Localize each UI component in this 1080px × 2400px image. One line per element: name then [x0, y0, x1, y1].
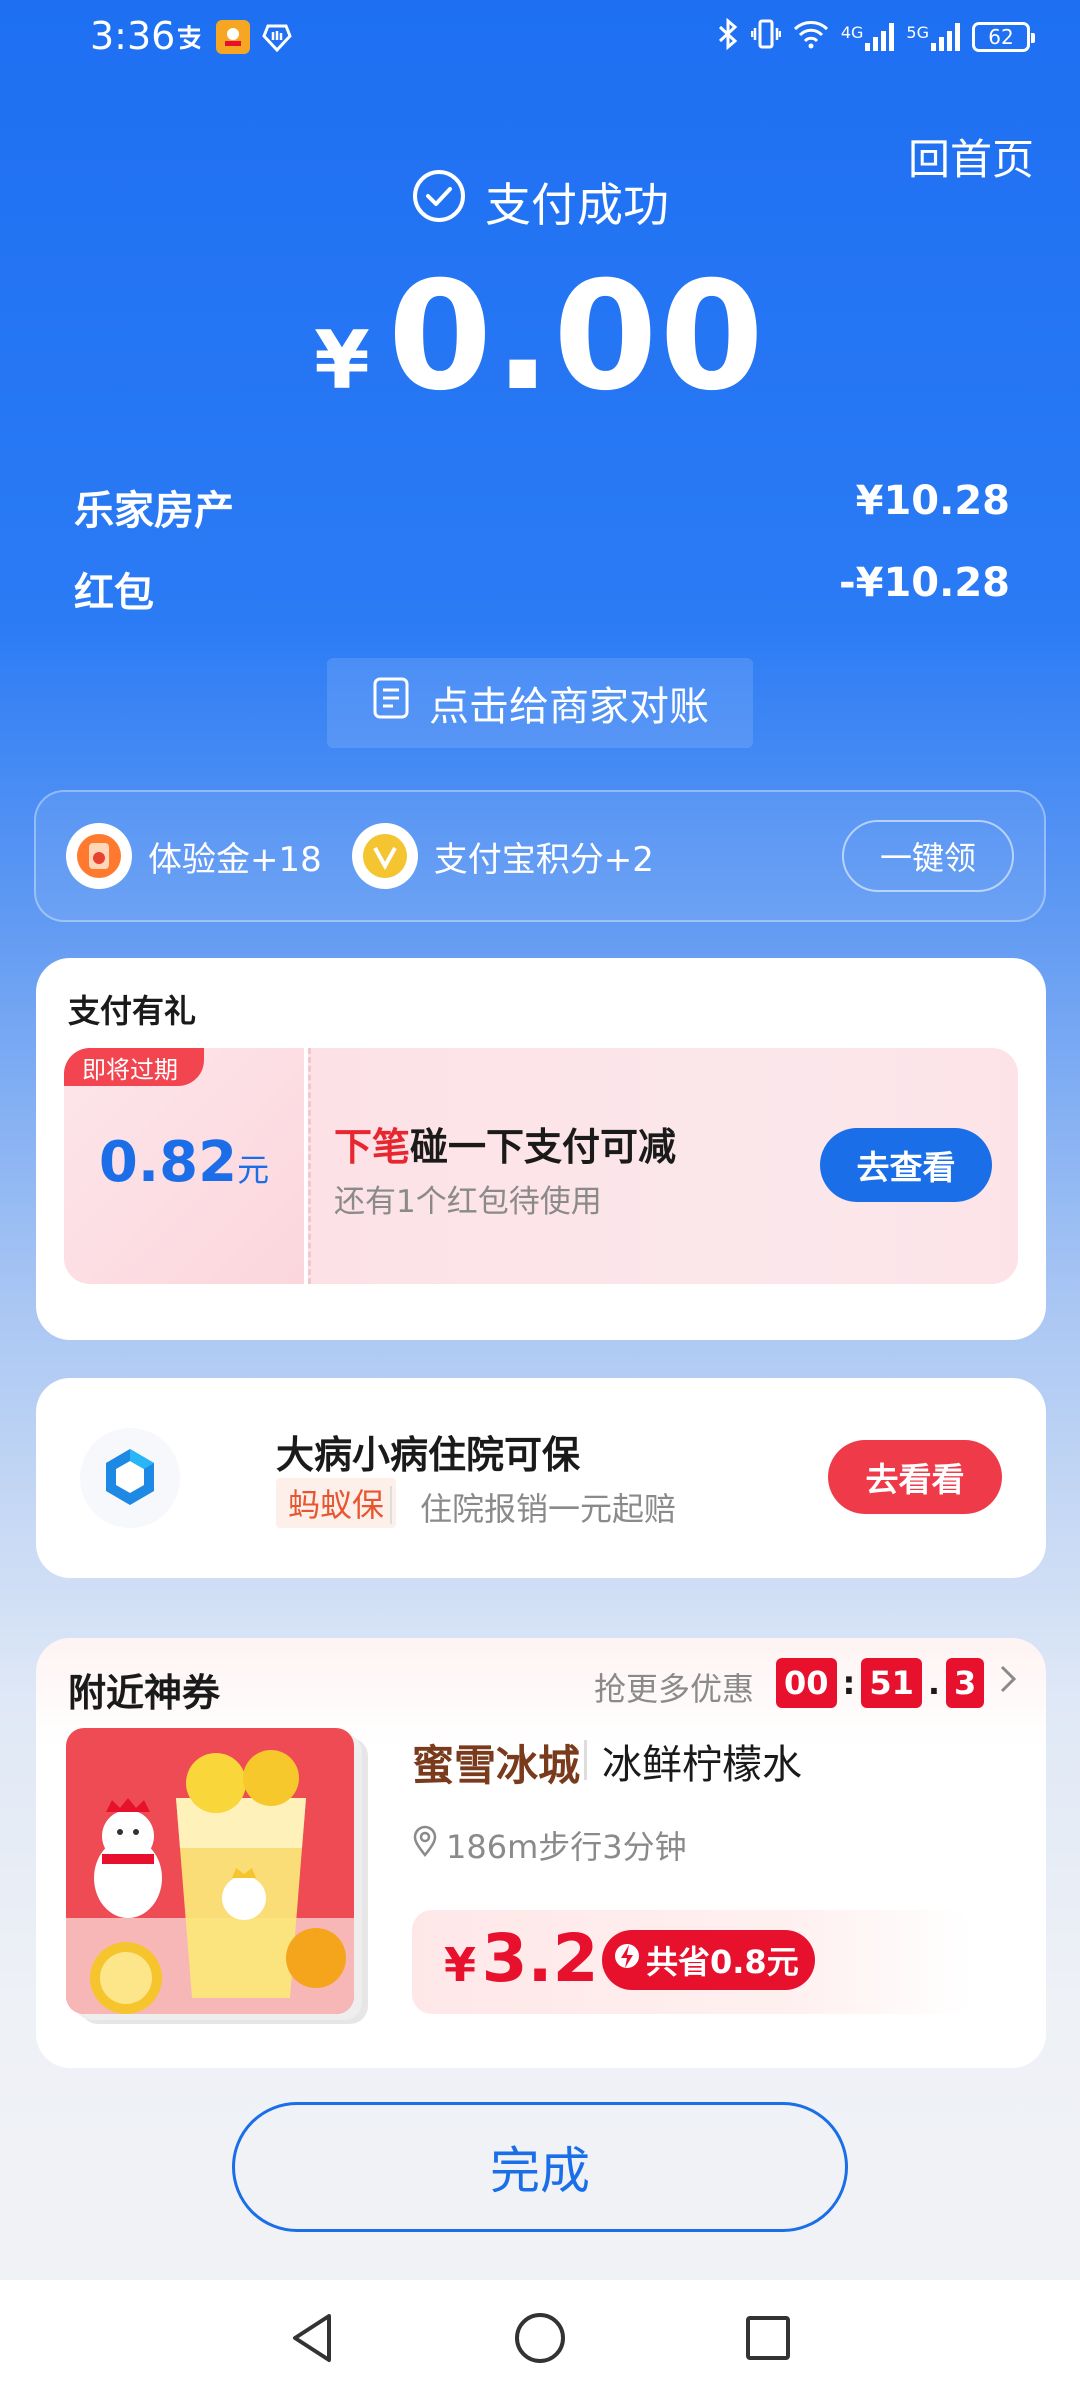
detail-label: 乐家房产	[74, 488, 234, 534]
insurance-card[interactable]: 大病小病住院可保 蚂蚁保 住院报销一元起赔 去看看	[36, 1378, 1046, 1578]
insurance-subtitle: 住院报销一元起赔	[420, 1490, 677, 1528]
reconcile-button[interactable]: 点击给商家对账	[327, 658, 753, 748]
expire-badge: 即将过期	[64, 1048, 204, 1086]
document-icon	[371, 676, 411, 730]
recents-square-icon[interactable]	[743, 2313, 793, 2367]
battery-icon: 62	[972, 22, 1035, 52]
paid-amount: ¥ 0.00	[0, 250, 1080, 424]
countdown-timer: 00 : 51 . 3	[776, 1658, 1018, 1708]
timer-separator: :	[842, 1664, 856, 1702]
savings-badge: 共省0.8元	[602, 1930, 815, 1990]
coupon-subtitle: 还有1个红包待使用	[334, 1184, 602, 1220]
wifi-icon	[793, 19, 829, 55]
detail-value: -¥10.28	[839, 560, 1010, 606]
price-currency: ¥	[444, 1938, 477, 1992]
reconcile-label: 点击给商家对账	[429, 684, 709, 730]
lemonade-product-image	[66, 1728, 354, 2014]
bluetooth-icon	[717, 17, 739, 56]
deal-price: ¥ 3.2	[444, 1920, 599, 1997]
signal-5g-icon: 5G	[906, 23, 960, 51]
claim-all-button[interactable]: 一键领	[842, 820, 1014, 892]
payment-success-row: 支付成功	[0, 168, 1080, 235]
detail-value: ¥10.28	[855, 478, 1010, 524]
alipay-icon	[172, 20, 206, 54]
distance-info: 186m步行3分钟	[412, 1822, 687, 1868]
app-badge-icon	[216, 20, 250, 54]
home-circle-icon[interactable]	[513, 2311, 567, 2369]
price-value: 3.2	[481, 1920, 599, 1997]
status-right-icons: 4G 5G 62	[717, 17, 1035, 56]
trial-fund-icon	[66, 823, 132, 889]
location-pin-icon	[412, 1825, 438, 1865]
coupon-value: 0.82	[98, 1130, 238, 1195]
coupon-unit: 元	[237, 1151, 270, 1189]
detail-label: 红包	[74, 570, 154, 616]
hand-icon	[260, 20, 294, 54]
done-button[interactable]: 完成	[232, 2102, 848, 2232]
savings-text: 共省0.8元	[646, 1943, 799, 1981]
network-type-label: 4G	[840, 23, 864, 42]
amount-value: 0.00	[387, 250, 766, 424]
success-text: 支付成功	[485, 177, 669, 232]
insurance-brand-tag: 蚂蚁保	[276, 1478, 397, 1528]
status-left-icons	[172, 20, 294, 54]
status-time: 3:36	[90, 14, 176, 58]
currency-symbol: ¥	[314, 314, 370, 407]
distance-text: 186m步行3分钟	[446, 1828, 687, 1866]
more-deals-link[interactable]: 抢更多优惠	[594, 1664, 754, 1710]
pay-gift-card: 支付有礼 即将过期 0.82元 下笔碰一下支付可减 还有1个红包待使用 去查看	[36, 958, 1046, 1340]
battery-level: 62	[988, 25, 1014, 49]
network-type-label: 5G	[906, 23, 929, 42]
insurance-title: 大病小病住院可保	[276, 1433, 581, 1477]
timer-tenths: 3	[946, 1658, 985, 1708]
trial-fund-text: 体验金+18	[148, 839, 322, 880]
view-coupon-button[interactable]: 去查看	[820, 1128, 992, 1202]
system-nav-bar	[0, 2280, 1080, 2400]
coupon-headline-rest: 碰一下支付可减	[410, 1125, 677, 1169]
vibrate-icon	[750, 18, 782, 56]
coupon-headline: 下笔碰一下支付可减	[334, 1116, 676, 1171]
check-circle-icon	[411, 168, 467, 235]
chevron-right-icon[interactable]	[998, 1663, 1018, 1704]
points-text: 支付宝积分+2	[433, 839, 654, 880]
timer-hours: 00	[776, 1658, 837, 1708]
back-triangle-icon[interactable]	[287, 2311, 337, 2369]
divider	[390, 1486, 392, 1524]
product-name: 冰鲜柠檬水	[602, 1742, 802, 1788]
view-insurance-button[interactable]: 去看看	[828, 1440, 1002, 1514]
card-title: 支付有礼	[68, 992, 197, 1030]
coupon-headline-highlight: 下笔	[334, 1125, 411, 1169]
divider	[584, 1740, 587, 1780]
detail-row-merchant: 乐家房产 ¥10.28	[74, 478, 1010, 536]
signal-4g-icon: 4G	[841, 23, 895, 51]
lightning-icon	[614, 1939, 640, 1981]
store-name: 蜜雪冰城	[412, 1741, 581, 1790]
insurance-logo-icon	[80, 1428, 180, 1528]
detail-row-redpacket: 红包 -¥10.28	[74, 560, 1010, 618]
points-icon	[351, 823, 418, 889]
card-title: 附近神券	[68, 1671, 221, 1715]
coupon-amount: 0.82元	[64, 1130, 304, 1195]
timer-minutes: 51	[861, 1658, 922, 1708]
nearby-coupon-card[interactable]: 附近神券 抢更多优惠 00 : 51 . 3 蜜雪冰城 冰鲜柠檬水 186m步行…	[36, 1638, 1046, 2068]
timer-separator: .	[927, 1664, 941, 1702]
rewards-bar: 体验金+18 支付宝积分+2 一键领	[34, 790, 1046, 922]
